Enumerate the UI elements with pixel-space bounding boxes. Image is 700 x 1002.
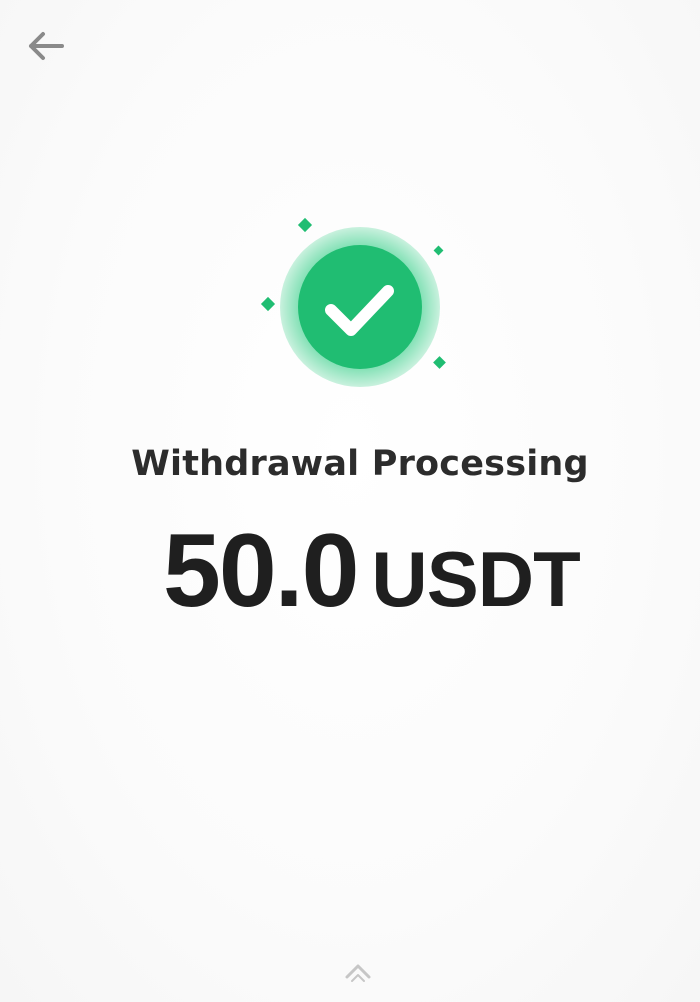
status-title: Withdrawal Processing bbox=[131, 444, 589, 484]
withdrawal-amount: 50.0 USDT bbox=[163, 512, 581, 632]
sparkle-icon bbox=[433, 356, 446, 369]
swipe-up-button[interactable] bbox=[340, 958, 376, 986]
amount-value: 50.0 bbox=[163, 513, 359, 629]
sparkle-icon bbox=[433, 245, 444, 256]
withdrawal-status-screen: Withdrawal Processing 50.0 USDT bbox=[0, 0, 700, 1002]
arrow-left-icon bbox=[29, 32, 64, 60]
sparkle-icon bbox=[260, 296, 276, 312]
check-circle-icon bbox=[260, 217, 446, 387]
sparkle-icon bbox=[297, 217, 313, 233]
back-button[interactable] bbox=[22, 26, 68, 66]
amount-currency: USDT bbox=[371, 535, 580, 623]
chevron-up-icon bbox=[345, 964, 371, 982]
